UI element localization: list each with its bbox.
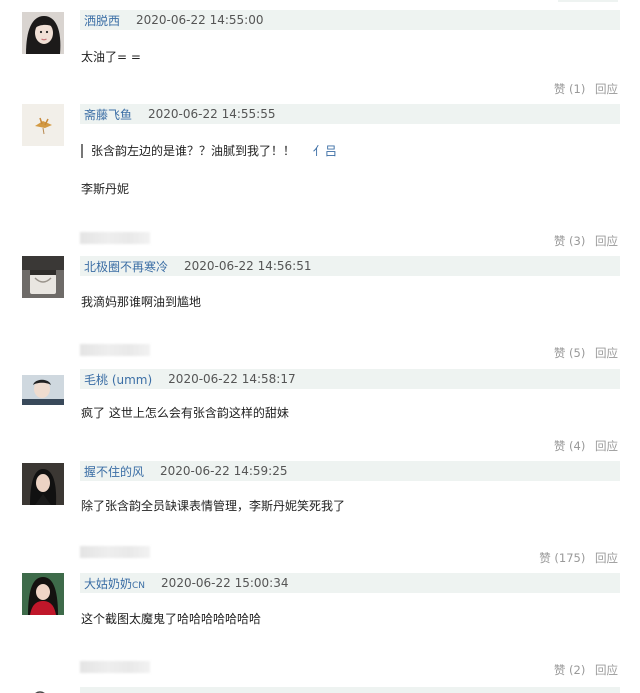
- username-link[interactable]: 斋藤飞鱼: [84, 106, 132, 123]
- reply-button[interactable]: 回应: [595, 663, 618, 677]
- reply-button[interactable]: 回应: [595, 346, 618, 360]
- comment-time: 2020-06-22 15:00:34: [161, 576, 289, 590]
- comment-header: 握不住的风 2020-06-22 14:59:25: [80, 461, 620, 481]
- like-button[interactable]: 赞 (3): [554, 234, 585, 248]
- blurred-content: [80, 232, 150, 244]
- username-suffix: CN: [132, 580, 146, 591]
- like-button[interactable]: 赞 (4): [554, 439, 585, 453]
- avatar[interactable]: [22, 256, 64, 298]
- comment-time: 2020-06-22 14:55:00: [136, 13, 264, 27]
- comment-actions: 赞 (1) 回应: [548, 81, 618, 97]
- avatar[interactable]: [22, 375, 64, 405]
- avatar[interactable]: [22, 12, 64, 54]
- comment-header: 斋藤飞鱼 2020-06-22 14:55:55: [80, 104, 620, 124]
- comment-header: 北极圈不再寒冷 2020-06-22 14:56:51: [80, 256, 620, 276]
- avatar[interactable]: [22, 463, 64, 505]
- comment-text: 我滴妈那谁啊油到尴地: [81, 295, 202, 309]
- comment-time: 2020-06-22 14:58:17: [168, 372, 296, 386]
- like-button[interactable]: 赞 (5): [554, 346, 585, 360]
- comment-thread: 洒脱西 2020-06-22 14:55:00 太油了= = 赞 (1) 回应 …: [0, 0, 640, 693]
- comment-text: 李斯丹妮: [81, 182, 130, 196]
- comment-text: 这个截图太魔鬼了哈哈哈哈哈哈哈: [81, 612, 262, 626]
- reply-button[interactable]: 回应: [595, 439, 618, 453]
- quote-author-link[interactable]: 亻吕: [313, 144, 337, 158]
- reply-button[interactable]: 回应: [595, 551, 618, 565]
- username-link[interactable]: 北极圈不再寒冷: [84, 258, 168, 275]
- blurred-content: [80, 661, 150, 673]
- like-button[interactable]: 赞 (2): [554, 663, 585, 677]
- comment-actions: 赞 (2) 回应: [548, 662, 618, 678]
- blurred-content: [80, 344, 150, 356]
- username-link[interactable]: 毛桃 (umm): [84, 371, 152, 388]
- comment-time: 2020-06-22 14:59:25: [160, 464, 288, 478]
- username-text: 大姑奶奶: [84, 576, 133, 591]
- comment-text: 疯了 这世上怎么会有张含韵这样的甜妹: [81, 406, 289, 420]
- comment-time: 2020-06-22 14:56:51: [184, 259, 312, 273]
- avatar[interactable]: [30, 687, 50, 693]
- comment-header: 洒脱西 2020-06-22 14:55:00: [80, 10, 620, 30]
- comment-actions: 赞 (4) 回应: [548, 438, 618, 454]
- avatar[interactable]: [22, 104, 64, 146]
- username-link[interactable]: 大姑奶奶CN: [84, 575, 145, 592]
- like-button[interactable]: 赞 (175): [539, 551, 585, 565]
- comment-actions: 赞 (175) 回应: [533, 550, 618, 566]
- comment-text: 除了张含韵全员缺课表情管理，李斯丹妮笑死我了: [81, 499, 346, 513]
- reply-button[interactable]: 回应: [595, 82, 618, 96]
- comment-header: 大姑奶奶CN 2020-06-22 15:00:34: [80, 573, 620, 593]
- username-link[interactable]: 洒脱西: [84, 12, 120, 29]
- comment-text: 太油了= =: [81, 50, 141, 64]
- quoted-reply: 张含韵左边的是谁？？油腻到我了！！ 亻吕: [81, 144, 337, 158]
- like-button[interactable]: 赞 (1): [554, 82, 585, 96]
- previous-action-strip: [558, 0, 618, 2]
- username-link[interactable]: 握不住的风: [84, 463, 144, 480]
- comment-actions: 赞 (3) 回应: [548, 233, 618, 249]
- next-comment-header-partial: [80, 687, 620, 693]
- comment-actions: 赞 (5) 回应: [548, 345, 618, 361]
- reply-button[interactable]: 回应: [595, 234, 618, 248]
- quote-text: 张含韵左边的是谁？？油腻到我了！！: [91, 144, 296, 158]
- blurred-content: [80, 546, 150, 558]
- avatar[interactable]: [22, 573, 64, 615]
- comment-time: 2020-06-22 14:55:55: [148, 107, 276, 121]
- comment-header: 毛桃 (umm) 2020-06-22 14:58:17: [80, 369, 620, 389]
